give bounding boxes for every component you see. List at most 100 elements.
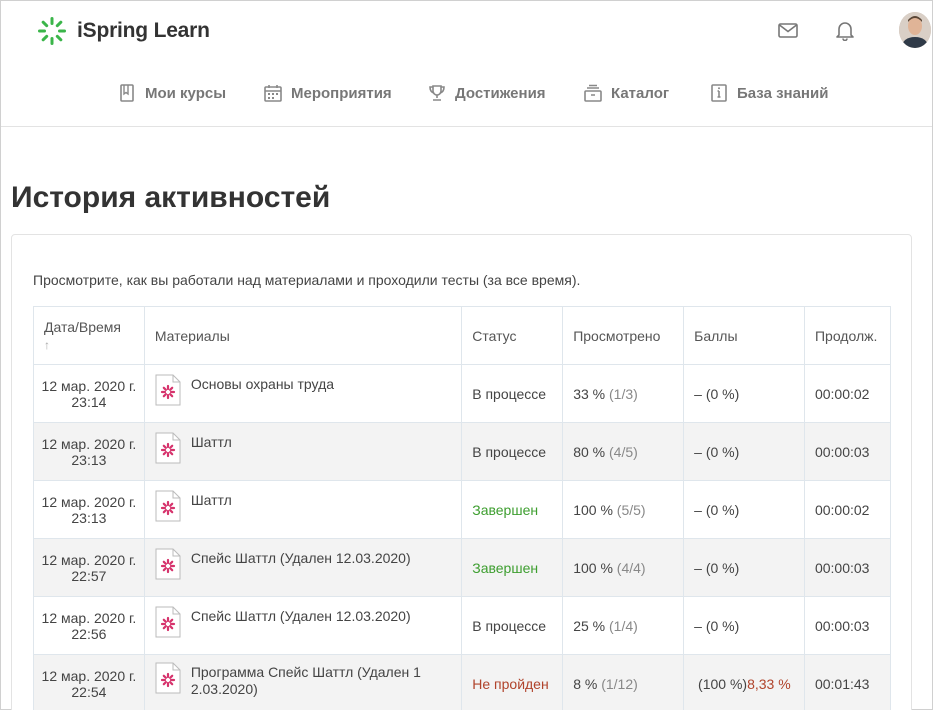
cell-status: В процессе (461, 596, 564, 655)
cell-score: – (0 %) (683, 538, 805, 597)
header-score[interactable]: Баллы (683, 306, 805, 365)
time-text: 22:54 (71, 683, 107, 700)
score-text: – (0 %) (694, 617, 740, 634)
table-row: 12 мар. 2020 г. 22:54 Программа Спейс Шат… (33, 654, 892, 710)
nav-item-events[interactable]: Мероприятия (263, 83, 392, 103)
main-navigation: Мои курсы Мероприятия Достижения Каталог… (1, 61, 932, 127)
nav-label: Каталог (611, 84, 670, 102)
sort-arrow-icon: ↑ (44, 338, 50, 352)
cell-score: (100 %)8,33 % (683, 654, 805, 710)
cell-score: – (0 %) (683, 480, 805, 539)
nav-label: Мероприятия (291, 84, 392, 102)
viewed-count: (5/5) (616, 501, 646, 518)
score-text: – (0 %) (694, 501, 740, 518)
material-title[interactable]: Программа Спейс Шаттл (Удален 1 2.03.202… (191, 664, 451, 698)
top-bar: iSpring Learn (1, 1, 932, 61)
header-duration[interactable]: Продолж. (803, 306, 892, 365)
viewed-percent: 100 % (573, 501, 613, 518)
logo[interactable]: iSpring Learn (37, 16, 210, 46)
nav-item-knowledge-base[interactable]: База знаний (709, 83, 828, 103)
score-text: – (0 %) (694, 385, 740, 402)
cell-material[interactable]: Основы охраны труда (143, 364, 463, 423)
avatar[interactable] (899, 12, 931, 48)
viewed-count: (4/5) (609, 443, 638, 460)
time-text: 23:14 (71, 393, 107, 410)
cell-material[interactable]: Шаттл (143, 422, 463, 481)
table-row: 12 мар. 2020 г. 23:13 Шаттл Завершен 100 … (33, 480, 892, 539)
cell-status: Завершен (461, 538, 564, 597)
cell-viewed: 33 % (1/3) (562, 364, 685, 423)
nav-label: База знаний (737, 84, 829, 102)
cell-status: В процессе (461, 422, 564, 481)
bell-icon[interactable] (834, 19, 856, 41)
cell-viewed: 100 % (5/5) (562, 480, 685, 539)
cell-status: В процессе (461, 364, 564, 423)
material-title[interactable]: Шаттл (191, 492, 232, 509)
viewed-percent: 80 % (573, 443, 606, 460)
cell-date: 12 мар. 2020 г. 22:56 (33, 596, 145, 655)
time-text: 22:57 (71, 567, 107, 584)
score-value: 8,33 % (747, 675, 791, 692)
ispring-file-icon (155, 432, 181, 463)
viewed-count: (1/12) (601, 675, 638, 692)
ispring-file-icon (155, 548, 181, 579)
viewed-percent: 8 % (573, 675, 598, 692)
cell-duration: 00:00:03 (803, 538, 892, 597)
knowledge-base-icon (711, 84, 727, 102)
cell-material[interactable]: Спейс Шаттл (Удален 12.03.2020) (143, 538, 463, 597)
calendar-icon (264, 85, 282, 102)
score-text: – (0 %) (694, 559, 740, 576)
viewed-percent: 100 % (573, 559, 613, 576)
cell-score: – (0 %) (683, 596, 805, 655)
date-text: 12 мар. 2020 г. (41, 493, 137, 510)
ispring-file-icon (155, 606, 181, 637)
cell-material[interactable]: Программа Спейс Шаттл (Удален 1 2.03.202… (143, 654, 463, 710)
material-title[interactable]: Шаттл (191, 434, 232, 451)
nav-item-achievements[interactable]: Достижения (427, 83, 546, 103)
viewed-count: (1/3) (609, 385, 638, 402)
user-photo-icon (899, 12, 931, 48)
header-viewed[interactable]: Просмотрено (562, 306, 685, 365)
cell-duration: 00:00:03 (803, 596, 892, 655)
cell-viewed: 80 % (4/5) (562, 422, 685, 481)
cell-date: 12 мар. 2020 г. 23:13 (33, 422, 145, 481)
cell-score: – (0 %) (683, 422, 805, 481)
viewed-count: (1/4) (609, 617, 638, 634)
cell-viewed: 100 % (4/4) (562, 538, 685, 597)
header-date[interactable]: Дата/Время ↑ (33, 306, 145, 365)
viewed-percent: 33 % (573, 385, 606, 402)
material-title[interactable]: Основы охраны труда (191, 376, 334, 393)
nav-item-my-courses[interactable]: Мои курсы (117, 83, 226, 103)
time-text: 23:13 (71, 509, 107, 526)
score-text: (100 %) (698, 675, 748, 692)
cell-score: – (0 %) (683, 364, 805, 423)
date-text: 12 мар. 2020 г. (41, 667, 137, 684)
mail-icon[interactable] (777, 19, 799, 41)
date-text: 12 мар. 2020 г. (41, 435, 137, 452)
time-text: 22:56 (71, 625, 107, 642)
date-text: 12 мар. 2020 г. (41, 551, 137, 568)
activity-card: Просмотрите, как вы работали над материа… (11, 234, 912, 710)
book-icon (120, 84, 134, 102)
ispring-file-icon (155, 662, 181, 693)
material-title[interactable]: Спейс Шаттл (Удален 12.03.2020) (191, 550, 411, 567)
header-materials[interactable]: Материалы (143, 306, 463, 365)
table-row: 12 мар. 2020 г. 23:14 Основы охраны труда… (33, 364, 892, 423)
table-row: 12 мар. 2020 г. 22:56 Спейс Шаттл (Удален… (33, 596, 892, 655)
cell-date: 12 мар. 2020 г. 23:14 (33, 364, 145, 423)
cell-material[interactable]: Шаттл (143, 480, 463, 539)
nav-item-catalog[interactable]: Каталог (583, 83, 669, 103)
header-status[interactable]: Статус (461, 306, 564, 365)
cell-material[interactable]: Спейс Шаттл (Удален 12.03.2020) (143, 596, 463, 655)
activity-table: Дата/Время ↑ Материалы Статус Просмотрен… (33, 306, 892, 710)
cell-duration: 00:00:02 (803, 480, 892, 539)
viewed-percent: 25 % (573, 617, 606, 634)
viewed-count: (4/4) (616, 559, 646, 576)
cell-duration: 00:01:43 (803, 654, 892, 710)
material-title[interactable]: Спейс Шаттл (Удален 12.03.2020) (191, 608, 411, 625)
nav-label: Достижения (455, 84, 546, 102)
catalog-icon (584, 84, 602, 102)
cell-status: Завершен (461, 480, 564, 539)
date-text: 12 мар. 2020 г. (41, 377, 137, 394)
cell-status: Не пройден (461, 654, 564, 710)
